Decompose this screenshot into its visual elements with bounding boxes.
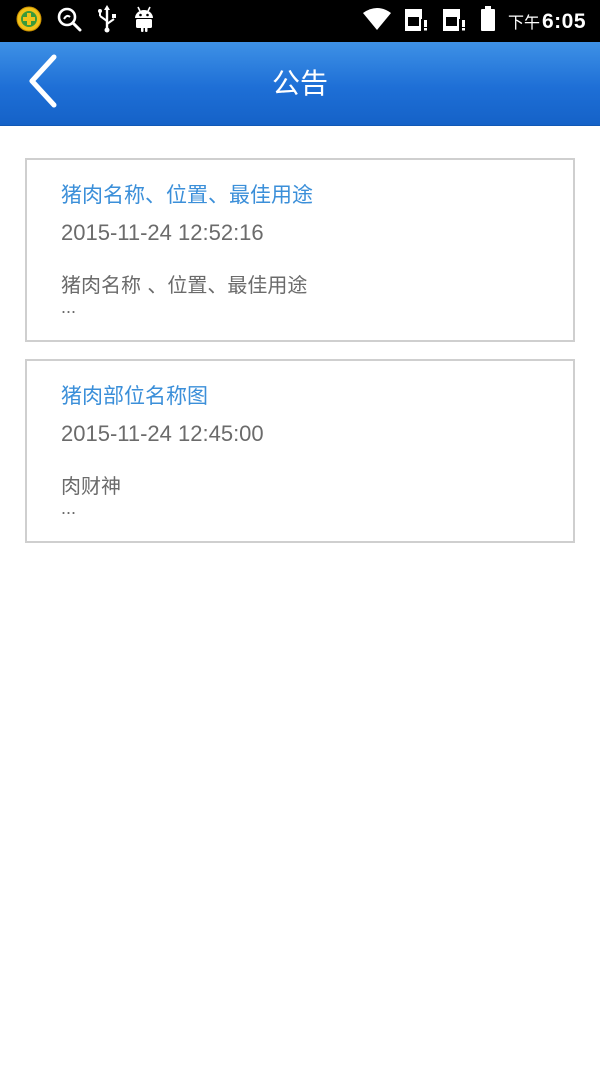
time-clock: 6:05 [541,9,586,33]
announcement-card[interactable]: 猪肉部位名称图 2015-11-24 12:45:00 肉财神 ... [25,359,575,543]
announcement-title: 猪肉名称、位置、最佳用途 [61,183,313,207]
announcement-ellipsis: ... [61,498,77,518]
status-right-icons: 下午 6:05 [362,6,586,36]
chevron-left-icon [26,54,60,112]
status-bar: 下午 6:05 [0,0,600,42]
announcement-title: 猪肉部位名称图 [61,384,208,408]
announcement-summary: 猪肉名称 、位置、最佳用途 [61,273,308,297]
page-title: 公告 [271,67,328,100]
announcement-summary: 肉财神 [61,474,121,498]
wifi-icon [362,7,392,35]
battery-icon [480,6,496,36]
announcement-date: 2015-11-24 12:52:16 [61,220,264,245]
announcement-date: 2015-11-24 12:45:00 [61,421,264,446]
time-ampm: 下午 [507,12,540,32]
announcement-ellipsis: ... [61,297,77,317]
app-badge-icon [16,6,42,36]
search-icon [56,6,82,36]
usb-icon [96,5,118,37]
announcement-card[interactable]: 猪肉名称、位置、最佳用途 2015-11-24 12:52:16 猪肉名称 、位… [25,158,575,342]
status-time: 下午 6:05 [508,9,586,34]
sim1-icon [404,6,430,36]
status-left-icons [16,5,156,37]
back-button[interactable] [16,54,70,112]
app-header: 公告 [0,42,600,126]
android-icon [132,5,156,37]
announcement-list: 猪肉名称、位置、最佳用途 2015-11-24 12:52:16 猪肉名称 、位… [25,158,575,560]
sim2-icon [442,6,468,36]
